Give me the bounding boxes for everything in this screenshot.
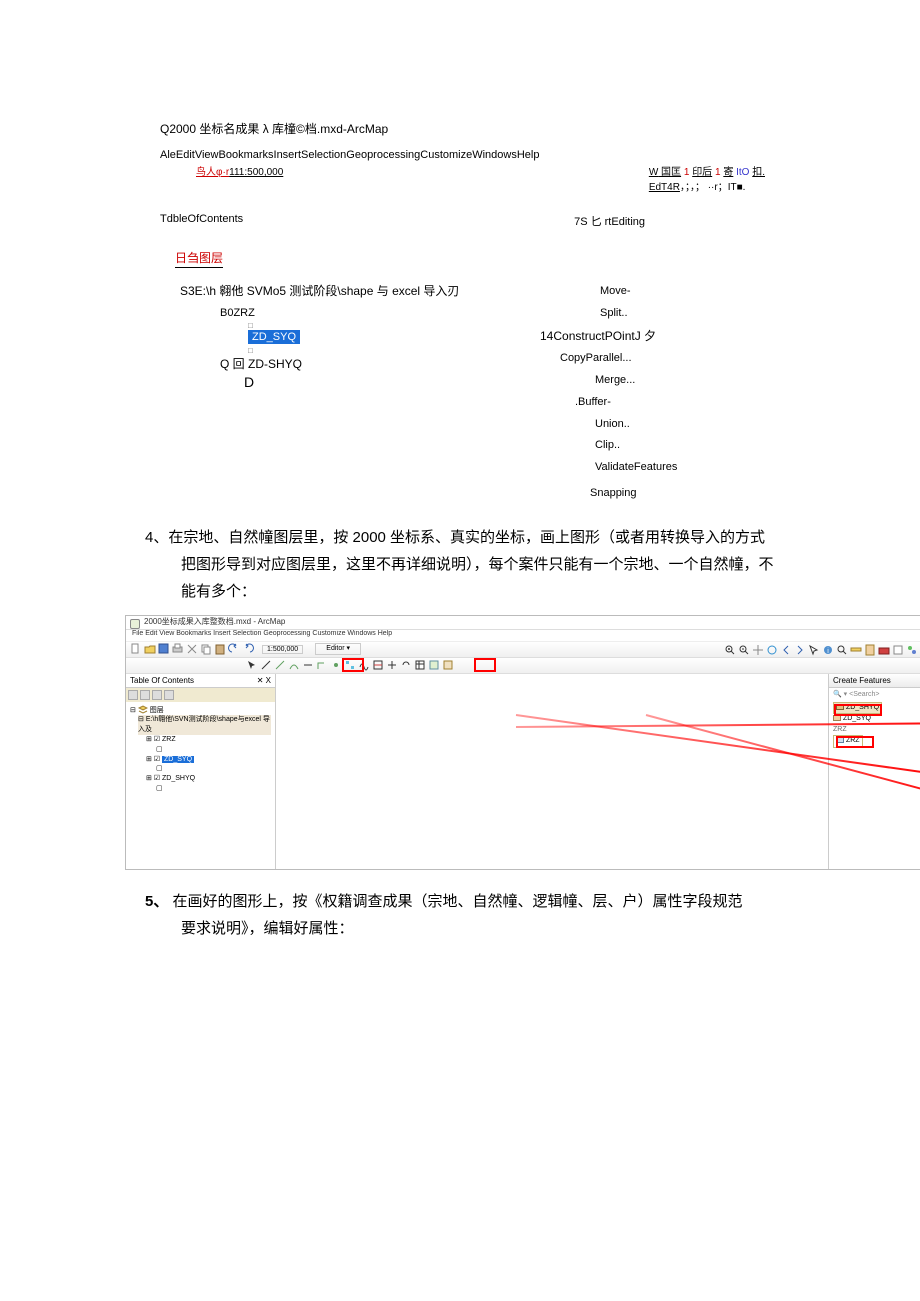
copy-icon[interactable] xyxy=(200,643,212,655)
pan-icon[interactable] xyxy=(752,644,764,656)
list-by-source-icon[interactable] xyxy=(140,690,150,700)
red-highlight-1 xyxy=(342,658,364,672)
modelbuilder-icon[interactable] xyxy=(906,644,918,656)
red-highlight-3 xyxy=(834,704,882,716)
scale-text: 鸟人φ·r111:500,000 xyxy=(196,163,283,193)
toc-item-zd-syq[interactable]: ZD_SYQ xyxy=(162,756,194,763)
toolbox-icon[interactable] xyxy=(878,644,890,656)
scale-value: 111:500,000 xyxy=(229,167,283,178)
layers-group-header: 日刍图层 xyxy=(175,249,223,268)
edit-tool-icon[interactable] xyxy=(246,659,258,671)
create-features-title: Create Features xyxy=(829,674,920,688)
layer-path: S3E:\h 翱他 SVMo5 测试阶段\shape 与 excel 导入刃 xyxy=(180,282,540,299)
trace-icon[interactable] xyxy=(302,659,314,671)
new-icon[interactable] xyxy=(130,643,142,655)
cut-icon[interactable] xyxy=(186,643,198,655)
list-by-selection-icon[interactable] xyxy=(164,690,174,700)
menu-move[interactable]: Move- xyxy=(600,282,677,302)
ss-map-canvas[interactable] xyxy=(276,674,829,869)
ss-menu: File Edit View Bookmarks Insert Selectio… xyxy=(126,630,920,642)
toc-item-zrz[interactable]: ZRZ xyxy=(162,736,176,743)
straight-segment-icon[interactable] xyxy=(274,659,286,671)
right-controls-2: EdT4R，；，； ··r；IT■. xyxy=(649,178,765,193)
ss-toolbar-editor xyxy=(126,658,920,674)
right-controls-1: W 国匡 1 印后 1 寄 ItO 扣. xyxy=(649,163,765,178)
start-editing-label: 7S 匕 rtEditing xyxy=(574,213,645,229)
layers-icon xyxy=(138,705,148,715)
measure-icon[interactable] xyxy=(850,644,862,656)
tree-item-zrz[interactable]: B0ZRZ xyxy=(220,307,540,319)
ss-scale-input[interactable]: 1:500,000 xyxy=(262,645,303,654)
menu-copy-parallel[interactable]: CopyParallel... xyxy=(560,349,677,369)
ss-toc-panel: Table Of Contents ✕ X ⊟ 图层 ⊟ E:\h翱他\SVN测… xyxy=(126,674,276,869)
menu-buffer[interactable]: .Buffer- xyxy=(575,393,677,413)
endpoint-arc-icon[interactable] xyxy=(288,659,300,671)
instruction-5: 5、 在画好的图形上，按《权籍调查成果（宗地、自然幢、逻辑幢、层、户）属性字段规… xyxy=(145,888,880,942)
arcmap-screenshot: 2000坐标成果入库整数档.mxd - ArcMap File Edit Vie… xyxy=(125,615,920,870)
zoom-in-icon[interactable] xyxy=(724,644,736,656)
split-tool-icon[interactable] xyxy=(386,659,398,671)
red-highlight-4 xyxy=(836,736,874,748)
create-features-icon[interactable] xyxy=(442,659,454,671)
editor-dropdown[interactable]: Editor ▾ xyxy=(315,643,361,655)
ss-titlebar: 2000坐标成果入库整数档.mxd - ArcMap xyxy=(126,616,920,630)
tree-item-zd-shyq[interactable]: Q 回 ZD-SHYQ xyxy=(220,355,540,372)
ss-toc-toolbar xyxy=(126,688,275,702)
list-by-drawing-icon[interactable] xyxy=(128,690,138,700)
tree-symbol-zd-syq: □ xyxy=(248,346,540,355)
menu-clip[interactable]: Clip.. xyxy=(595,436,677,456)
create-item-zrz-label: ZRZ xyxy=(833,725,920,736)
print-icon[interactable] xyxy=(172,643,184,655)
menu-validate[interactable]: ValidateFeatures xyxy=(595,458,677,478)
edit-annotation-icon[interactable] xyxy=(260,659,272,671)
red-highlight-2 xyxy=(474,658,496,672)
undo-icon[interactable] xyxy=(228,643,240,655)
save-icon[interactable] xyxy=(158,643,170,655)
rotate-icon[interactable] xyxy=(400,659,412,671)
find-icon[interactable] xyxy=(836,644,848,656)
menu-union[interactable]: Union.. xyxy=(595,415,677,435)
sketch-properties-icon[interactable] xyxy=(428,659,440,671)
tree-symbol-zrz: □ xyxy=(248,321,540,330)
toc-label: TdbleOfContents xyxy=(160,213,243,229)
paste-icon[interactable] xyxy=(214,643,226,655)
toc-item-zd-shyq[interactable]: ZD_SHYQ xyxy=(162,775,195,782)
menu-snapping[interactable]: Snapping xyxy=(590,484,677,504)
menu-bar-text: AleEditViewBookmarksInsertSelectionGeopr… xyxy=(160,149,880,161)
point-icon[interactable] xyxy=(330,659,342,671)
identify-icon[interactable]: i xyxy=(822,644,834,656)
full-extent-icon[interactable] xyxy=(766,644,778,656)
menu-split[interactable]: Split.. xyxy=(600,304,677,324)
ss-toc-title: Table Of Contents xyxy=(130,676,194,685)
list-by-visibility-icon[interactable] xyxy=(152,690,162,700)
catalog-icon[interactable] xyxy=(864,644,876,656)
open-icon[interactable] xyxy=(144,643,156,655)
zoom-out-icon[interactable] xyxy=(738,644,750,656)
right-angle-icon[interactable] xyxy=(316,659,328,671)
zoom-next-icon[interactable] xyxy=(794,644,806,656)
tree-item-d: D xyxy=(244,374,540,390)
redo-icon[interactable] xyxy=(242,643,254,655)
menu-construct[interactable]: 14ConstructPOintJ 夕 xyxy=(540,326,677,348)
cut-poly-icon[interactable] xyxy=(372,659,384,671)
window-title: Q2000 坐标名成果 λ 库橦©档.mxd-ArcMap xyxy=(160,120,880,137)
create-search-input[interactable]: 🔍 ▾ <Search> xyxy=(829,688,920,700)
select-icon[interactable] xyxy=(808,644,820,656)
python-icon[interactable] xyxy=(892,644,904,656)
ss-toc-close-icon[interactable]: ✕ X xyxy=(257,676,271,685)
menu-merge[interactable]: Merge... xyxy=(595,371,677,391)
tree-item-zd-syq[interactable]: ZD_SYQ xyxy=(248,330,540,344)
zoom-prev-icon[interactable] xyxy=(780,644,792,656)
ss-toc-tree: ⊟ 图层 ⊟ E:\h翱他\SVN测试阶段\shape与excel 导入及 ⊞ … xyxy=(126,702,275,797)
attributes-icon[interactable] xyxy=(414,659,426,671)
scale-prefix: 鸟人φ·r xyxy=(196,167,229,178)
instruction-4: 4、在宗地、自然幢图层里，按 2000 坐标系、真实的坐标，画上图形（或者用转换… xyxy=(145,524,880,605)
ss-toolbar-main: 1:500,000 Editor ▾ i xyxy=(126,642,920,658)
